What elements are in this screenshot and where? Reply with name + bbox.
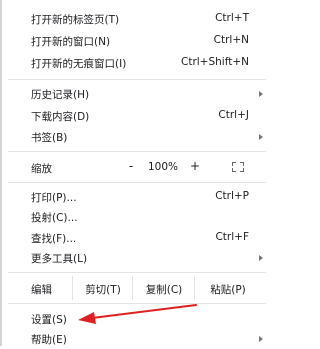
edit-label: 编辑	[31, 284, 52, 296]
paste-button[interactable]: 粘贴(P)	[194, 276, 261, 300]
menu-item-label: 打开新的无痕窗口(I)	[31, 58, 127, 70]
menu-item-downloads[interactable]: 下载内容(D) Ctrl+J	[8, 106, 266, 126]
chevron-right-icon	[259, 336, 263, 342]
menu-separator	[8, 182, 266, 183]
copy-button-label: 复制(C)	[145, 284, 183, 296]
zoom-level: 100%	[148, 161, 179, 173]
fullscreen-icon[interactable]	[232, 162, 244, 172]
paste-button-label: 粘贴(P)	[210, 284, 246, 296]
menu-item-label: 书签(B)	[31, 132, 68, 144]
menu-item-cast[interactable]: 投射(C)...	[8, 207, 266, 227]
zoom-label: 缩放	[31, 163, 52, 175]
browser-menu: 打开新的标签页(T) Ctrl+T 打开新的窗口(N) Ctrl+N 打开新的无…	[8, 0, 266, 346]
menu-item-label: 查找(F)...	[31, 233, 77, 245]
menu-item-shortcut: Ctrl+T	[215, 12, 249, 24]
menu-item-label: 下载内容(D)	[31, 111, 90, 123]
zoom-out-button[interactable]: -	[124, 159, 138, 175]
edit-row: 编辑 剪切(T) 复制(C) 粘贴(P)	[8, 273, 266, 303]
menu-item-shortcut: Ctrl+F	[215, 231, 249, 243]
menu-item-label: 打印(P)...	[31, 192, 77, 204]
menu-separator	[8, 79, 266, 80]
chevron-right-icon	[259, 255, 263, 261]
window-edge	[0, 0, 2, 346]
menu-item-print[interactable]: 打印(P)... Ctrl+P	[8, 187, 266, 207]
menu-item-label: 投射(C)...	[31, 212, 78, 224]
menu-item-label: 更多工具(L)	[31, 253, 88, 265]
menu-item-find[interactable]: 查找(F)... Ctrl+F	[8, 228, 266, 248]
cut-button-label: 剪切(T)	[85, 284, 121, 296]
menu-item-shortcut: Ctrl+J	[218, 109, 249, 121]
chevron-right-icon	[259, 134, 263, 140]
menu-item-new-window[interactable]: 打开新的窗口(N) Ctrl+N	[8, 31, 266, 51]
menu-item-history[interactable]: 历史记录(H)	[8, 84, 266, 104]
menu-item-shortcut: Ctrl+Shift+N	[181, 56, 249, 68]
menu-item-label: 打开新的标签页(T)	[31, 14, 120, 26]
menu-item-new-incognito[interactable]: 打开新的无痕窗口(I) Ctrl+Shift+N	[8, 53, 266, 73]
menu-item-help[interactable]: 帮助(E)	[8, 329, 266, 349]
cut-button[interactable]: 剪切(T)	[72, 276, 133, 300]
zoom-row: 缩放 - 100% +	[8, 152, 266, 182]
chevron-right-icon	[259, 91, 263, 97]
copy-button[interactable]: 复制(C)	[132, 276, 195, 300]
zoom-in-button[interactable]: +	[188, 159, 202, 175]
menu-separator	[8, 303, 266, 304]
menu-item-shortcut: Ctrl+N	[213, 34, 249, 46]
menu-item-bookmarks[interactable]: 书签(B)	[8, 127, 266, 147]
menu-item-label: 历史记录(H)	[31, 89, 90, 101]
menu-item-new-tab[interactable]: 打开新的标签页(T) Ctrl+T	[8, 9, 266, 29]
menu-item-label: 设置(S)	[31, 314, 67, 326]
menu-item-settings[interactable]: 设置(S)	[8, 309, 266, 329]
menu-item-more-tools[interactable]: 更多工具(L)	[8, 248, 266, 268]
menu-item-label: 帮助(E)	[31, 334, 67, 346]
menu-item-shortcut: Ctrl+P	[215, 190, 249, 202]
menu-item-label: 打开新的窗口(N)	[31, 36, 111, 48]
